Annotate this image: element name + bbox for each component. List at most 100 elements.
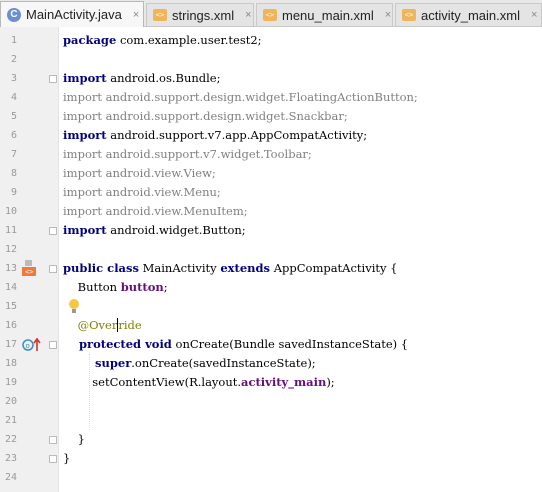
xml-file-icon: <> <box>402 9 416 21</box>
code-line: import android.os.Bundle; <box>63 69 221 88</box>
code-line: import android.support.v7.app.AppCompatA… <box>63 126 367 145</box>
tab-label: strings.xml <box>172 7 235 23</box>
code-token: onCreate(Bundle savedInstanceState) { <box>175 337 409 351</box>
code-token: import android.support.design.widget.Flo… <box>63 90 418 104</box>
line-number: 1 <box>10 35 17 46</box>
editor-tab-bar: C MainActivity.java × <> strings.xml × <> menu_… <box>0 0 542 27</box>
code-token: .onCreate(savedInstanceState); <box>131 356 316 370</box>
code-token: AppCompatActivity { <box>273 261 398 275</box>
code-line: } <box>63 430 85 449</box>
code-token: import android.view.View; <box>63 166 216 180</box>
code-token: android.os.Bundle; <box>110 71 221 85</box>
line-number: 24 <box>4 472 17 483</box>
code-line: } <box>63 449 70 468</box>
code-token: import android.view.MenuItem; <box>63 204 248 218</box>
code-token: com.example.user.test2; <box>119 33 262 47</box>
line-number: 13 <box>4 263 17 274</box>
tab-mainactivity-java[interactable]: C MainActivity.java × <box>0 1 144 27</box>
keyword-token: super <box>63 356 132 370</box>
fold-marker-icon[interactable] <box>49 227 57 235</box>
code-line: import android.view.View; <box>63 164 216 183</box>
line-number: 16 <box>4 320 17 331</box>
line-number: 2 <box>10 54 17 65</box>
annotation-token: ride <box>118 318 142 332</box>
line-number: 15 <box>4 301 17 312</box>
line-number: 8 <box>10 168 17 179</box>
tab-menu-main-xml[interactable]: <> menu_main.xml × <box>256 3 393 26</box>
fold-marker-icon[interactable] <box>49 341 57 349</box>
close-icon[interactable]: × <box>385 9 391 21</box>
xml-file-icon: <> <box>153 9 167 21</box>
keyword-token: protected void <box>63 337 172 351</box>
code-token: ; <box>163 280 168 294</box>
code-editor[interactable]: package com.example.user.test2; import an… <box>59 27 542 492</box>
line-number: 20 <box>4 396 17 407</box>
line-number: 17 <box>4 339 17 350</box>
svg-text:o: o <box>26 342 30 350</box>
keyword-token: public class <box>63 261 139 275</box>
line-number: 9 <box>10 187 17 198</box>
code-line: import android.widget.Button; <box>63 221 246 240</box>
line-number: 21 <box>4 415 17 426</box>
fold-marker-icon[interactable] <box>49 75 57 83</box>
line-number: 7 <box>10 149 17 160</box>
line-number: 22 <box>4 434 17 445</box>
keyword-token: import <box>63 71 107 85</box>
line-number: 18 <box>4 358 17 369</box>
fold-marker-icon[interactable] <box>49 436 57 444</box>
line-number: 14 <box>4 282 17 293</box>
code-token: } <box>63 432 85 446</box>
code-line: import android.view.Menu; <box>63 183 221 202</box>
line-number: 3 <box>10 73 17 84</box>
annotation-token: @Over <box>63 318 118 332</box>
field-token: activity_main <box>241 375 327 389</box>
code-line: import android.support.v7.widget.Toolbar… <box>63 145 312 164</box>
code-token: MainActivity <box>142 261 217 275</box>
code-line: public class MainActivity extends AppCom… <box>63 259 398 278</box>
field-token: button <box>120 280 164 294</box>
close-icon[interactable]: × <box>133 9 139 21</box>
code-token: import android.support.v7.widget.Toolbar… <box>63 147 312 161</box>
close-icon[interactable]: × <box>245 9 251 21</box>
code-line: setContentView(R.layout.activity_main); <box>63 373 335 392</box>
code-token: ); <box>326 375 335 389</box>
tab-label: MainActivity.java <box>26 7 122 22</box>
code-token: android.support.v7.app.AppCompatActivity… <box>110 128 368 142</box>
tab-label: activity_main.xml <box>421 7 520 23</box>
fold-marker-icon[interactable] <box>49 265 57 273</box>
line-number: 6 <box>10 130 17 141</box>
close-icon[interactable]: × <box>531 9 537 21</box>
keyword-token: import <box>63 223 107 237</box>
tab-activity-main-xml[interactable]: <> activity_main.xml × <box>395 3 542 26</box>
line-number: 4 <box>10 92 17 103</box>
xml-file-icon: <> <box>263 9 277 21</box>
code-line: protected void onCreate(Bundle savedInst… <box>63 335 408 354</box>
override-method-icon[interactable]: o <box>22 337 42 358</box>
keyword-token: extends <box>220 261 271 275</box>
keyword-token: import <box>63 128 107 142</box>
code-token: import android.view.Menu; <box>63 185 221 199</box>
run-class-icon[interactable]: <> <box>22 260 38 282</box>
line-number: 10 <box>4 206 17 217</box>
code-token: } <box>63 451 71 465</box>
code-line: import android.support.design.widget.Flo… <box>63 88 418 107</box>
code-token: import android.support.design.widget.Sna… <box>63 109 348 123</box>
svg-text:<>: <> <box>25 268 33 276</box>
line-number: 23 <box>4 453 17 464</box>
java-class-icon: C <box>7 7 21 22</box>
code-line: package com.example.user.test2; <box>63 31 262 50</box>
fold-marker-icon[interactable] <box>49 455 57 463</box>
keyword-token: package <box>63 33 117 47</box>
line-number: 11 <box>4 225 17 236</box>
line-number: 5 <box>10 111 17 122</box>
code-line: import android.view.MenuItem; <box>63 202 248 221</box>
code-token: android.widget.Button; <box>110 223 246 237</box>
code-line: super.onCreate(savedInstanceState); <box>63 354 316 373</box>
line-number: 12 <box>4 244 17 255</box>
tab-strings-xml[interactable]: <> strings.xml × <box>146 3 254 26</box>
line-number-gutter: 1 2 3 4 5 6 7 8 9 10 11 12 13 14 15 16 17 18 19 20 21 22 23 24 <… <box>0 27 59 492</box>
code-token: Button <box>63 280 121 294</box>
lightbulb-icon[interactable] <box>68 298 80 319</box>
indent-guide <box>89 354 90 430</box>
line-number: 19 <box>4 377 17 388</box>
